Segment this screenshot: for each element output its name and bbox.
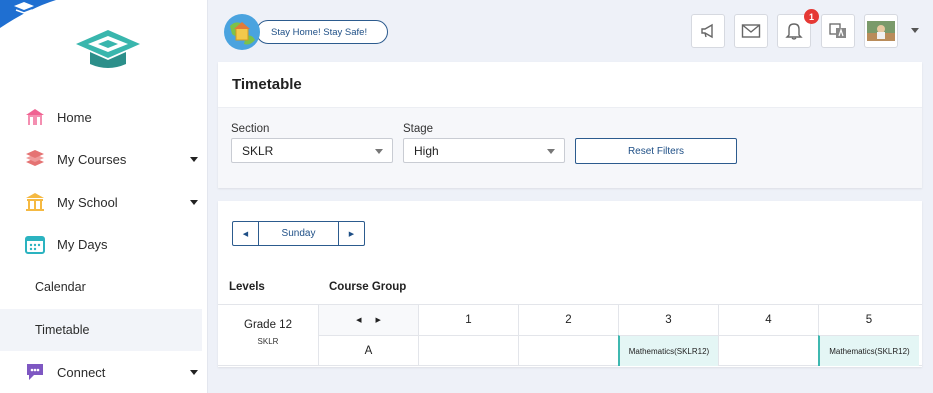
calendar-icon xyxy=(24,233,46,255)
period-header: 3 xyxy=(618,305,718,335)
sidebar: Home My Courses My School My Days Calend… xyxy=(0,0,208,393)
bell-icon xyxy=(785,23,803,40)
sidebar-item-label: Home xyxy=(57,109,92,125)
sidebar-item-my-days[interactable]: My Days xyxy=(0,223,208,265)
scroll-left-icon[interactable]: ◀ xyxy=(356,316,361,324)
timetable-slot[interactable] xyxy=(718,335,818,366)
banner-text: Stay Home! Stay Safe! xyxy=(256,20,389,44)
current-day[interactable]: Sunday xyxy=(258,222,339,245)
period-header: 1 xyxy=(418,305,518,335)
sidebar-item-home[interactable]: Home xyxy=(0,96,208,138)
stage-label: Stage xyxy=(403,123,434,135)
books-icon xyxy=(24,148,46,170)
chevron-down-icon[interactable] xyxy=(911,28,919,33)
page-title: Timetable xyxy=(218,62,922,108)
timetable-slot[interactable]: Mathematics(SKLR12) xyxy=(618,335,718,366)
notification-badge: 1 xyxy=(804,9,819,24)
next-day-button[interactable]: ▶ xyxy=(339,222,364,245)
messages-button[interactable] xyxy=(734,14,768,48)
sidebar-item-my-courses[interactable]: My Courses xyxy=(0,138,208,180)
course-group-cell: A xyxy=(318,335,418,366)
sidebar-item-label: Connect xyxy=(57,364,106,380)
timetable-filter-card: Timetable Section SKLR Stage High Reset … xyxy=(218,62,922,188)
sidebar-item-label: My Days xyxy=(57,236,108,252)
scroll-right-icon[interactable]: ▶ xyxy=(376,316,381,324)
chevron-down-icon xyxy=(375,149,383,154)
chevron-down-icon xyxy=(190,369,198,375)
language-button[interactable] xyxy=(821,14,855,48)
mail-icon xyxy=(741,24,761,38)
stage-select-value: High xyxy=(414,143,439,158)
grade-cell: Grade 12 SKLR xyxy=(218,305,318,366)
avatar[interactable] xyxy=(864,14,898,48)
school-icon xyxy=(24,191,46,213)
stay-safe-banner[interactable]: Stay Home! Stay Safe! xyxy=(222,12,389,52)
megaphone-icon xyxy=(701,23,713,39)
home-icon xyxy=(24,106,46,128)
translate-icon xyxy=(829,23,846,38)
course-group-header: Course Group xyxy=(329,281,407,293)
sidebar-item-connect[interactable]: Connect xyxy=(0,351,208,393)
reset-filters-button[interactable]: Reset Filters xyxy=(575,138,737,164)
section-label: Section xyxy=(231,123,270,135)
chevron-down-icon xyxy=(190,156,198,162)
period-header: 2 xyxy=(518,305,618,335)
grade-section: SKLR xyxy=(257,337,279,346)
timetable-slot[interactable] xyxy=(418,335,518,366)
timetable-slot[interactable]: Mathematics(SKLR12) xyxy=(818,335,919,366)
day-navigator: ◀ Sunday ▶ xyxy=(232,221,365,246)
app-switcher-icon[interactable] xyxy=(0,0,56,28)
period-scroll-controls: ◀ ▶ xyxy=(318,305,418,335)
period-header: 5 xyxy=(818,305,919,335)
sidebar-item-label: My Courses xyxy=(57,151,127,167)
user-photo xyxy=(867,21,895,41)
sidebar-item-my-school[interactable]: My School xyxy=(0,181,208,223)
timetable-grid: Grade 12 SKLR ◀ ▶ 1 2 3 4 5 A Mathematic… xyxy=(218,304,922,366)
previous-day-button[interactable]: ◀ xyxy=(233,222,258,245)
timetable-slot[interactable] xyxy=(518,335,618,366)
sidebar-item-label: My School xyxy=(57,194,118,210)
section-select-value: SKLR xyxy=(242,143,274,158)
timetable-grid-card: ◀ Sunday ▶ Levels Course Group Grade 12 … xyxy=(218,201,922,367)
school-logo xyxy=(76,30,140,68)
globe-icon xyxy=(224,14,260,50)
chat-icon xyxy=(24,361,46,383)
sidebar-subitem-timetable[interactable]: Timetable xyxy=(0,309,202,351)
chevron-down-icon xyxy=(547,149,555,154)
stage-select[interactable]: High xyxy=(403,138,565,163)
period-header: 4 xyxy=(718,305,818,335)
announcements-button[interactable] xyxy=(691,14,725,48)
grade-name: Grade 12 xyxy=(244,319,292,331)
sidebar-subitem-calendar[interactable]: Calendar xyxy=(0,266,202,308)
levels-header: Levels xyxy=(229,281,265,293)
chevron-down-icon xyxy=(190,199,198,205)
section-select[interactable]: SKLR xyxy=(231,138,393,163)
